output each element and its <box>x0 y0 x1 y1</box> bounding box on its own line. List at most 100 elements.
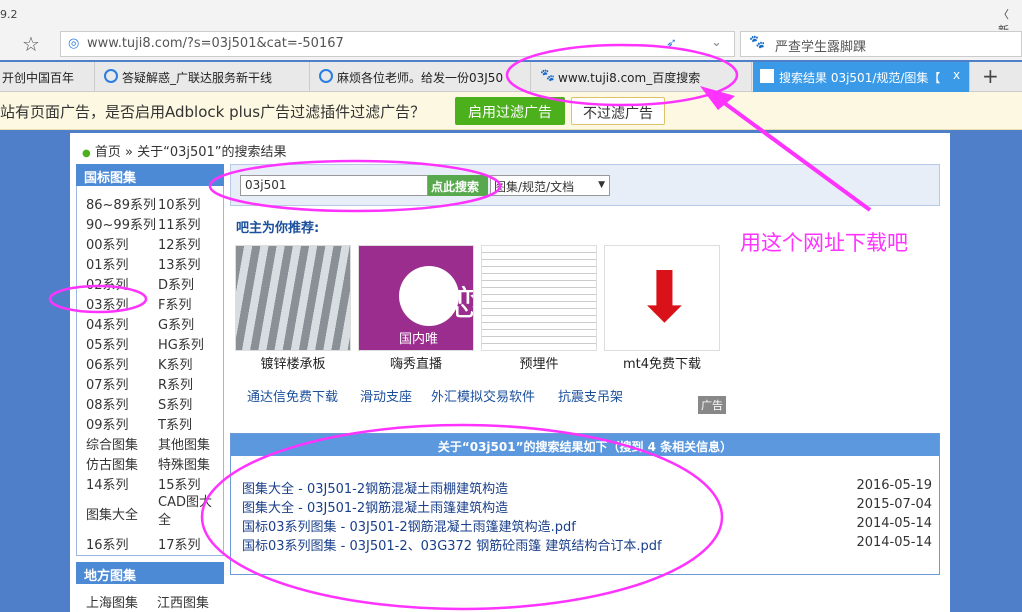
dropdown-arrow-icon: ▼ <box>598 180 605 190</box>
search-text: 严查学生露脚踝 <box>775 40 867 55</box>
result-date: 2014-05-14 <box>856 516 932 531</box>
sidebar-item[interactable]: 08系列 <box>86 394 129 413</box>
disable-filter-button[interactable]: 不过滤广告 <box>571 97 665 125</box>
result-link[interactable]: 图集大全 - 03J501-2钢筋混凝土雨篷建筑构造 <box>242 501 508 516</box>
sidebar-title: 国标图集 <box>76 164 224 186</box>
sidebar-item[interactable]: 特殊图集 <box>158 454 210 473</box>
sidebar-item[interactable]: 11系列 <box>158 214 201 233</box>
tab-label: www.tuji8.com_百度搜索 <box>558 71 701 85</box>
baidu-paw-icon: 🐾 <box>540 68 555 82</box>
tab-label: 麻烦各位老师。给发一份03J50 <box>337 71 504 85</box>
ad-link[interactable]: 抗震支吊架 <box>558 386 623 405</box>
sidebar-item[interactable]: 江西图集 <box>157 592 209 611</box>
star-icon[interactable]: ☆ <box>22 32 40 56</box>
url-text: www.tuji8.com/?s=03j501&cat=-50167 <box>87 36 344 51</box>
category-value: 图集/规范/文档 <box>494 180 575 194</box>
chevron-down-icon[interactable]: ⌄ <box>711 35 722 50</box>
sidebar-item[interactable]: HG系列 <box>158 334 204 353</box>
baidu-paw-icon: 🐾 <box>749 35 766 50</box>
ad-link[interactable]: 外汇模拟交易软件 <box>431 386 535 405</box>
sidebar-item[interactable]: 05系列 <box>86 334 129 353</box>
thumb-subtext: 国内唯 <box>399 332 439 347</box>
sidebar-item[interactable]: 16系列 <box>86 534 129 553</box>
tab-label: 搜索结果 03j501/规范/图集【 <box>779 71 941 85</box>
product-image[interactable] <box>481 245 597 351</box>
sidebar-item[interactable]: 10系列 <box>158 194 201 213</box>
sidebar-item[interactable]: 15系列 <box>158 474 201 493</box>
sidebar-item[interactable]: 06系列 <box>86 354 129 373</box>
sidebar-item[interactable]: 07系列 <box>86 374 129 393</box>
sidebar-item[interactable]: 02系列 <box>86 274 129 293</box>
sidebar-item[interactable]: 01系列 <box>86 254 129 273</box>
sidebar-item[interactable]: 00系列 <box>86 234 129 253</box>
product-caption[interactable]: 镀锌楼承板 <box>235 353 351 372</box>
sidebar-item[interactable]: 04系列 <box>86 314 129 333</box>
search-input[interactable]: 03j501 <box>240 175 428 196</box>
results-header: 关于“03j501”的搜索结果如下（搜到 4 条相关信息） <box>231 434 939 456</box>
search-bar[interactable]: 🐾 严查学生露脚踝 <box>740 31 1022 57</box>
sidebar-item[interactable]: S系列 <box>158 394 192 413</box>
result-date: 2016-05-19 <box>856 478 932 493</box>
sidebar-item[interactable]: CAD图大全 <box>158 494 220 530</box>
sidebar-item[interactable]: D系列 <box>158 274 194 293</box>
breadcrumb: ● 首页 » 关于“03j501”的搜索结果 <box>82 141 287 160</box>
product-image[interactable]: ⬇ <box>604 245 720 351</box>
ad-link[interactable]: 滑动支座 <box>360 386 412 405</box>
product-image[interactable] <box>235 245 351 351</box>
tab[interactable]: 答疑解惑_广联达服务新干线 <box>96 62 310 92</box>
adblock-bar: 站有页面广告，是否启用Adblock plus广告过滤插件过滤广告？ 启用过滤广… <box>0 92 1022 130</box>
sidebar-item[interactable]: 图集大全 <box>86 504 138 523</box>
sidebar-item[interactable]: G系列 <box>158 314 194 333</box>
result-date: 2014-05-14 <box>856 535 932 550</box>
close-tab-icon[interactable]: x <box>953 68 960 82</box>
result-date: 2015-07-04 <box>856 497 932 512</box>
ie-icon <box>104 69 118 83</box>
tab-label: 答疑解惑_广联达服务新干线 <box>122 71 273 85</box>
sidebar-item[interactable]: F系列 <box>158 294 191 313</box>
product-caption[interactable]: 嗨秀直播 <box>358 353 474 372</box>
tab[interactable]: 🐾 www.tuji8.com_百度搜索 <box>532 62 752 92</box>
tab[interactable]: 麻烦各位老师。给发一份03J50 <box>311 62 531 92</box>
result-row: 国标03系列图集 - 03J501-2、03G372 钢筋砼雨篷 建筑结构合订本… <box>242 535 932 554</box>
adblock-message: 站有页面广告，是否启用Adblock plus广告过滤插件过滤广告？ <box>0 103 426 121</box>
page-icon <box>760 69 774 83</box>
sidebar-item[interactable]: R系列 <box>158 374 193 393</box>
rocket-icon[interactable]: ➶ <box>666 36 677 51</box>
sidebar-item[interactable]: 13系列 <box>158 254 201 273</box>
tab-active[interactable]: 搜索结果 03j501/规范/图集【 x <box>753 62 970 92</box>
ad-link[interactable]: 通达信免费下载 <box>247 386 338 405</box>
product-caption[interactable]: 预埋件 <box>481 353 597 372</box>
sidebar-item[interactable]: 17系列 <box>158 534 201 553</box>
new-tab-button[interactable]: + <box>982 64 999 88</box>
sidebar-title-local: 地方图集 <box>76 562 224 584</box>
tab[interactable]: 开创中国百年 <box>0 62 95 92</box>
sidebar-item[interactable]: T系列 <box>158 414 192 433</box>
sidebar-item[interactable]: 12系列 <box>158 234 201 253</box>
search-button[interactable]: 点此搜索 <box>428 175 488 196</box>
result-link[interactable]: 图集大全 - 03J501-2钢筋混凝土雨棚建筑构造 <box>242 482 508 497</box>
sidebar-item[interactable]: 上海图集 <box>86 592 138 611</box>
result-link[interactable]: 国标03系列图集 - 03J501-2钢筋混凝土雨篷建筑构造.pdf <box>242 520 576 535</box>
address-bar[interactable]: ◎ www.tuji8.com/?s=03j501&cat=-50167 ➶ ⌄ <box>60 31 735 57</box>
sidebar-item[interactable]: K系列 <box>158 354 193 373</box>
sidebar-item[interactable]: 综合图集 <box>86 434 138 453</box>
result-link[interactable]: 国标03系列图集 - 03J501-2、03G372 钢筋砼雨篷 建筑结构合订本… <box>242 539 662 554</box>
sidebar-item[interactable]: 09系列 <box>86 414 129 433</box>
sidebar-item[interactable]: 14系列 <box>86 474 129 493</box>
recommend-title: 吧主为你推荐: <box>236 221 320 236</box>
ie-icon <box>319 69 333 83</box>
breadcrumb-text: » 关于“03j501”的搜索结果 <box>120 145 287 160</box>
sidebar-item[interactable]: 86~89系列 <box>86 194 156 213</box>
version-text: 9.2 <box>0 8 18 21</box>
product-caption[interactable]: mt4免费下载 <box>604 353 720 372</box>
sidebar-item[interactable]: 03系列 <box>86 294 129 313</box>
sidebar-item[interactable]: 90~99系列 <box>86 214 156 233</box>
category-select[interactable]: 图集/规范/文档 ▼ <box>490 175 610 196</box>
home-link[interactable]: 首页 <box>95 145 121 160</box>
tab-bar: 开创中国百年 答疑解惑_广联达服务新干线 麻烦各位老师。给发一份03J50 🐾 w… <box>0 62 1022 92</box>
shield-icon: ◎ <box>68 36 80 51</box>
product-image[interactable]: 恋国内唯 <box>358 245 474 351</box>
sidebar-item[interactable]: 其他图集 <box>158 434 210 453</box>
enable-filter-button[interactable]: 启用过滤广告 <box>455 97 565 125</box>
sidebar-item[interactable]: 仿古图集 <box>86 454 138 473</box>
